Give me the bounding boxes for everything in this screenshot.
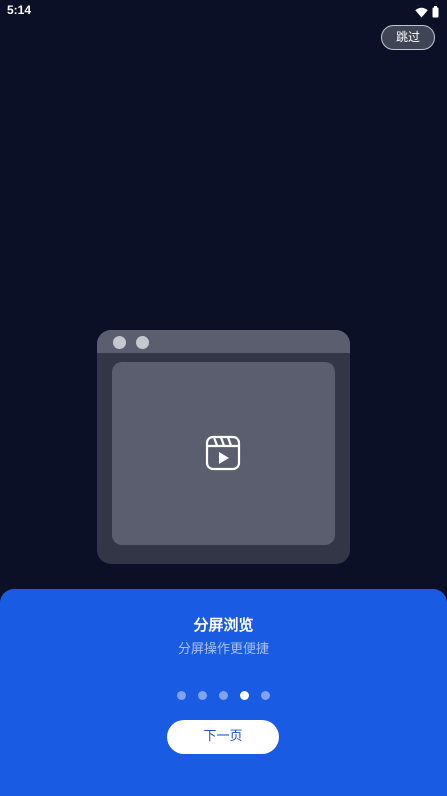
page-dot: [198, 691, 207, 700]
skip-button[interactable]: 跳过: [381, 25, 435, 50]
onboarding-screen: 5:14 跳过 分屏浏览 分屏操作更便捷 下一页: [0, 0, 447, 796]
onboarding-title: 分屏浏览: [193, 616, 254, 634]
window-dot: [136, 336, 149, 349]
battery-icon: [432, 3, 439, 22]
page-indicator: [0, 691, 447, 700]
illustration-panel: [112, 362, 335, 545]
wifi-icon: [415, 3, 428, 22]
status-icons: [415, 3, 439, 22]
window-dot: [113, 336, 126, 349]
split-screen-illustration: [97, 330, 350, 564]
page-dot: [261, 691, 270, 700]
status-bar: 5:14: [0, 0, 447, 22]
page-dot-active: [240, 691, 249, 700]
illustration-titlebar: [97, 330, 350, 353]
page-dot: [177, 691, 186, 700]
onboarding-card: 分屏浏览 分屏操作更便捷 下一页: [0, 589, 447, 796]
video-play-icon: [205, 435, 241, 471]
page-dot: [219, 691, 228, 700]
status-time: 5:14: [7, 3, 32, 17]
onboarding-subtitle: 分屏操作更便捷: [177, 642, 269, 657]
next-page-button[interactable]: 下一页: [167, 720, 279, 754]
